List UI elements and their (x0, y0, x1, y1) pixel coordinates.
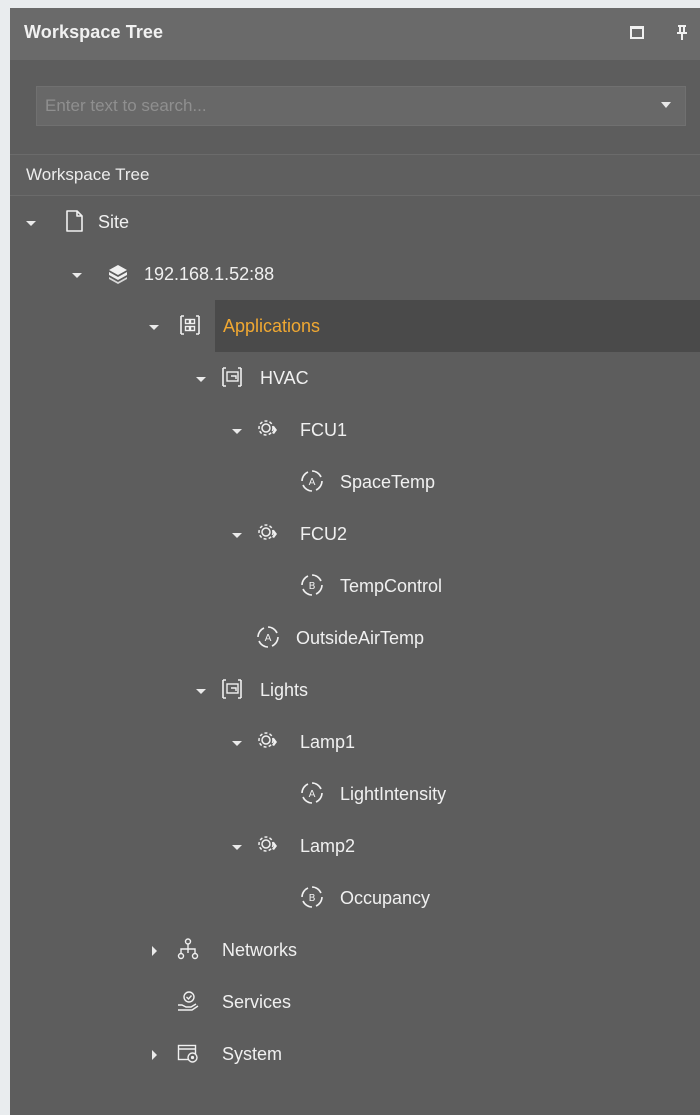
tree-node-lamp2[interactable]: Lamp2 (10, 820, 700, 872)
device-gear-icon (256, 833, 280, 857)
tree-node-lamp1[interactable]: Lamp1 (10, 716, 700, 768)
search-input[interactable] (45, 87, 645, 125)
analog-point-icon: A (300, 781, 324, 805)
tree-node-server[interactable]: 192.168.1.52:88 (10, 248, 700, 300)
expand-caret-icon[interactable] (147, 300, 161, 352)
expand-caret-icon[interactable] (194, 352, 208, 404)
maximize-icon[interactable] (630, 26, 644, 40)
tree-node-label: Lamp1 (300, 732, 356, 752)
tree-node-applications[interactable]: Applications (10, 300, 700, 352)
svg-text:A: A (309, 789, 316, 800)
binary-point-icon: B (300, 573, 324, 597)
expand-caret-icon[interactable] (24, 196, 38, 248)
analog-point-icon: A (300, 469, 324, 493)
tree-node-label: Lamp2 (300, 836, 356, 856)
tree-node-fcu2[interactable]: FCU2 (10, 508, 700, 560)
tree-node-label: FCU2 (300, 524, 348, 544)
search-area (10, 60, 700, 152)
tree-node-hvac[interactable]: HVAC (10, 352, 700, 404)
server-icon (106, 261, 130, 285)
document-icon (62, 209, 86, 233)
tree-node-lightintensity[interactable]: A LightIntensity (10, 768, 700, 820)
tree-node-label: OutsideAirTemp (296, 628, 425, 648)
svg-text:A: A (309, 477, 316, 488)
tree-node-spacetemp[interactable]: A SpaceTemp (10, 456, 700, 508)
tree-node-system[interactable]: System (10, 1028, 700, 1080)
expand-caret-icon[interactable] (230, 716, 244, 768)
search-box[interactable] (36, 86, 686, 126)
search-dropdown-icon[interactable] (661, 102, 671, 108)
tree-node-label: Services (222, 992, 292, 1012)
tree-node-label: LightIntensity (340, 784, 447, 804)
tree-node-label: Site (98, 212, 130, 232)
tree-node-label: SpaceTemp (340, 472, 436, 492)
expand-caret-icon[interactable] (70, 248, 84, 300)
pin-icon[interactable] (674, 24, 692, 42)
section-label: Workspace Tree (26, 165, 150, 184)
panel-title: Workspace Tree (24, 22, 164, 42)
tree-node-networks[interactable]: Networks (10, 924, 700, 976)
device-gear-icon (256, 521, 280, 545)
tree-node-label: Lights (260, 680, 309, 700)
network-icon (176, 937, 200, 961)
workspace-tree: Site 192.168.1.52:88 Applications HVAC F… (10, 196, 700, 1115)
tree-node-outsideairtemp[interactable]: A OutsideAirTemp (10, 612, 700, 664)
tree-node-label: HVAC (260, 368, 309, 388)
folder-app-icon (220, 677, 244, 701)
folder-app-icon (220, 365, 244, 389)
collapse-caret-icon[interactable] (148, 924, 162, 976)
device-gear-icon (256, 729, 280, 753)
applications-grid-icon (178, 313, 202, 337)
expand-caret-icon[interactable] (230, 820, 244, 872)
analog-point-icon: A (256, 625, 280, 649)
svg-text:B: B (309, 581, 316, 592)
tree-node-label: 192.168.1.52:88 (144, 264, 275, 284)
workspace-tree-panel: Workspace Tree Workspace Tree Site (10, 8, 700, 1115)
binary-point-icon: B (300, 885, 324, 909)
tree-node-site[interactable]: Site (10, 196, 700, 248)
svg-text:B: B (309, 893, 316, 904)
panel-titlebar: Workspace Tree (10, 8, 700, 60)
tree-node-services[interactable]: Services (10, 976, 700, 1028)
tree-node-label: Networks (222, 940, 298, 960)
tree-node-label: Applications (223, 316, 321, 336)
system-settings-icon (176, 1041, 200, 1065)
expand-caret-icon[interactable] (194, 664, 208, 716)
tree-node-label: Occupancy (340, 888, 431, 908)
expand-caret-icon[interactable] (230, 404, 244, 456)
tree-node-fcu1[interactable]: FCU1 (10, 404, 700, 456)
services-hand-icon (176, 989, 200, 1013)
tree-node-lights[interactable]: Lights (10, 664, 700, 716)
svg-text:A: A (265, 633, 272, 644)
expand-caret-icon[interactable] (230, 508, 244, 560)
device-gear-icon (256, 417, 280, 441)
tree-node-label: TempControl (340, 576, 443, 596)
tree-node-occupancy[interactable]: B Occupancy (10, 872, 700, 924)
collapse-caret-icon[interactable] (148, 1028, 162, 1080)
tree-node-label: System (222, 1044, 283, 1064)
tree-node-tempcontrol[interactable]: B TempControl (10, 560, 700, 612)
tree-node-label: FCU1 (300, 420, 348, 440)
section-header: Workspace Tree (10, 154, 700, 196)
